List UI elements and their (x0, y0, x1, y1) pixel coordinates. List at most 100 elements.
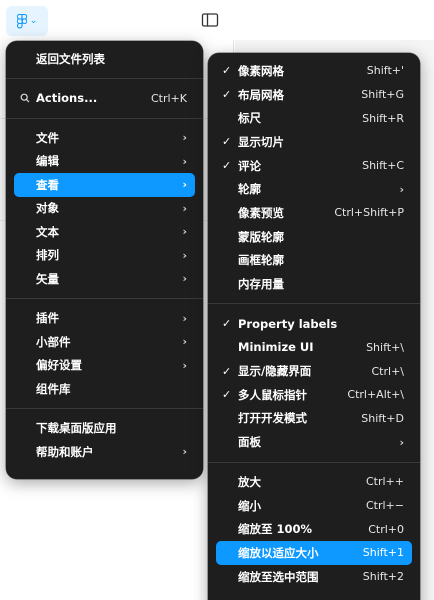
menu-item-label: 评论 (238, 158, 261, 173)
menu-item-label: 标尺 (238, 111, 261, 126)
submenu-item-rulers[interactable]: 标尺 Shift+R (216, 106, 412, 130)
menu-item-shortcut: Shift+1 (362, 546, 404, 560)
menu-item-label: 小部件 (36, 334, 71, 349)
menu-separator (6, 298, 203, 299)
menu-item-label: 内存用量 (238, 277, 284, 292)
menu-item-label: 编辑 (36, 154, 59, 169)
main-menu: 返回文件列表 Actions... Ctrl+K 文件 › 编辑 › 查看 › … (6, 41, 203, 479)
submenu-item-zoom-in[interactable]: 放大 Ctrl++ (216, 470, 412, 494)
submenu-item-memory-usage[interactable]: 内存用量 (216, 272, 412, 296)
submenu-item-panels[interactable]: 面板 › (216, 430, 412, 454)
menu-item-arrange[interactable]: 排列 › (14, 244, 195, 268)
checkmark-icon: ✓ (222, 388, 232, 402)
menu-item-label: 面板 (238, 435, 261, 450)
chevron-right-icon: › (182, 248, 187, 262)
menu-separator (6, 408, 203, 409)
menu-item-file[interactable]: 文件 › (14, 126, 195, 150)
submenu-item-comments[interactable]: ✓ 评论 Shift+C (216, 154, 412, 178)
menu-item-shortcut: Shift+D (361, 411, 404, 425)
checkmark-icon: ✓ (222, 317, 232, 331)
menu-item-libraries[interactable]: 组件库 (14, 377, 195, 401)
menu-item-shortcut: Ctrl+Shift+P (334, 206, 404, 220)
figma-logo-icon (16, 13, 27, 29)
chevron-right-icon: › (182, 311, 187, 325)
menu-item-label: 多人鼠标指针 (238, 387, 307, 402)
menu-item-edit[interactable]: 编辑 › (14, 150, 195, 174)
menu-item-label: 画框轮廓 (238, 253, 284, 268)
submenu-item-dev-mode[interactable]: 打开开发模式 Shift+D (216, 407, 412, 431)
menu-item-shortcut: Shift+2 (362, 570, 404, 584)
menu-item-vector[interactable]: 矢量 › (14, 267, 195, 291)
menu-item-shortcut: Ctrl++ (365, 475, 404, 489)
menu-item-shortcut: Shift+' (366, 64, 404, 78)
menu-item-label: 插件 (36, 311, 59, 326)
menu-item-help-account[interactable]: 帮助和账户 › (14, 440, 195, 464)
menu-item-label: Property labels (238, 316, 338, 331)
submenu-item-zoom-100[interactable]: 缩放至 100% Ctrl+0 (216, 517, 412, 541)
submenu-item-pixel-preview[interactable]: 像素预览 Ctrl+Shift+P (216, 201, 412, 225)
menu-item-shortcut: Ctrl+\ (371, 364, 405, 378)
submenu-item-pixel-grid[interactable]: ✓ 像素网格 Shift+' (216, 59, 412, 83)
menu-separator (6, 117, 203, 119)
menu-item-label: 矢量 (36, 271, 59, 286)
submenu-item-zoom-to-selection[interactable]: 缩放至选中范围 Shift+2 (216, 565, 412, 589)
menu-item-shortcut: Ctrl+K (150, 91, 187, 105)
menu-item-label: 轮廓 (238, 182, 261, 197)
menu-item-view[interactable]: 查看 › (14, 173, 195, 197)
chevron-right-icon: › (182, 272, 187, 286)
submenu-item-show-hide-ui[interactable]: ✓ 显示/隐藏界面 Ctrl+\ (216, 359, 412, 383)
menu-item-label: 排列 (36, 248, 59, 263)
menu-item-shortcut: Shift+C (362, 159, 404, 173)
menu-item-label: 像素网格 (238, 63, 284, 78)
menu-item-shortcut: Shift+\ (366, 340, 404, 354)
checkmark-icon: ✓ (222, 135, 232, 149)
menu-item-label: Actions... (36, 91, 98, 106)
submenu-item-frame-outlines[interactable]: 画框轮廓 (216, 249, 412, 273)
chevron-right-icon: › (399, 435, 404, 449)
menu-item-plugins[interactable]: 插件 › (14, 307, 195, 331)
menu-item-label: 缩放至选中范围 (238, 569, 319, 584)
chevron-right-icon: › (182, 131, 187, 145)
menu-item-widgets[interactable]: 小部件 › (14, 330, 195, 354)
sidebar-toggle-icon[interactable] (201, 12, 219, 28)
menu-item-label: 返回文件列表 (36, 51, 105, 66)
checkmark-icon: ✓ (222, 159, 232, 173)
chevron-right-icon: › (182, 225, 187, 239)
submenu-item-outlines[interactable]: 轮廓 › (216, 177, 412, 201)
chevron-right-icon: › (182, 358, 187, 372)
checkmark-icon: ✓ (222, 64, 232, 78)
menu-item-preferences[interactable]: 偏好设置 › (14, 354, 195, 378)
submenu-item-minimize-ui[interactable]: Minimize UI Shift+\ (216, 336, 412, 360)
menu-item-shortcut: Shift+R (362, 111, 404, 125)
menu-item-object[interactable]: 对象 › (14, 197, 195, 221)
menu-item-text[interactable]: 文本 › (14, 220, 195, 244)
menu-item-actions[interactable]: Actions... Ctrl+K (14, 87, 195, 111)
menu-item-label: 对象 (36, 201, 59, 216)
chevron-right-icon: › (182, 154, 187, 168)
submenu-item-show-slices[interactable]: ✓ 显示切片 (216, 130, 412, 154)
menu-item-label: 放大 (238, 474, 261, 489)
chevron-right-icon: › (399, 182, 404, 196)
submenu-item-zoom-out[interactable]: 缩小 Ctrl+− (216, 494, 412, 518)
submenu-item-layout-grids[interactable]: ✓ 布局网格 Shift+G (216, 83, 412, 107)
view-submenu: ✓ 像素网格 Shift+' ✓ 布局网格 Shift+G 标尺 Shift+R… (208, 53, 420, 600)
menu-item-download-desktop[interactable]: 下载桌面版应用 (14, 417, 195, 441)
menu-item-back-to-files[interactable]: 返回文件列表 (14, 47, 195, 71)
menu-item-shortcut: Ctrl+− (365, 499, 404, 513)
chevron-right-icon: › (182, 335, 187, 349)
menu-item-label: 布局网格 (238, 87, 284, 102)
menu-item-label: 下载桌面版应用 (36, 421, 117, 436)
menu-item-shortcut: Shift+G (361, 88, 404, 102)
menu-item-label: 文本 (36, 224, 59, 239)
menu-item-label: 显示切片 (238, 134, 284, 149)
main-menu-button[interactable]: ⌄ (6, 6, 48, 36)
submenu-item-property-labels[interactable]: ✓ Property labels (216, 312, 412, 336)
submenu-item-zoom-to-fit[interactable]: 缩放以适应大小 Shift+1 (216, 541, 412, 565)
menu-item-label: 显示/隐藏界面 (238, 364, 312, 379)
menu-item-label: Minimize UI (238, 340, 314, 355)
menu-separator (208, 461, 420, 463)
submenu-item-multiplayer-cursors[interactable]: ✓ 多人鼠标指针 Ctrl+Alt+\ (216, 383, 412, 407)
search-icon (20, 87, 30, 111)
submenu-item-mask-outlines[interactable]: 蒙版轮廓 (216, 225, 412, 249)
chevron-right-icon: › (182, 201, 187, 215)
